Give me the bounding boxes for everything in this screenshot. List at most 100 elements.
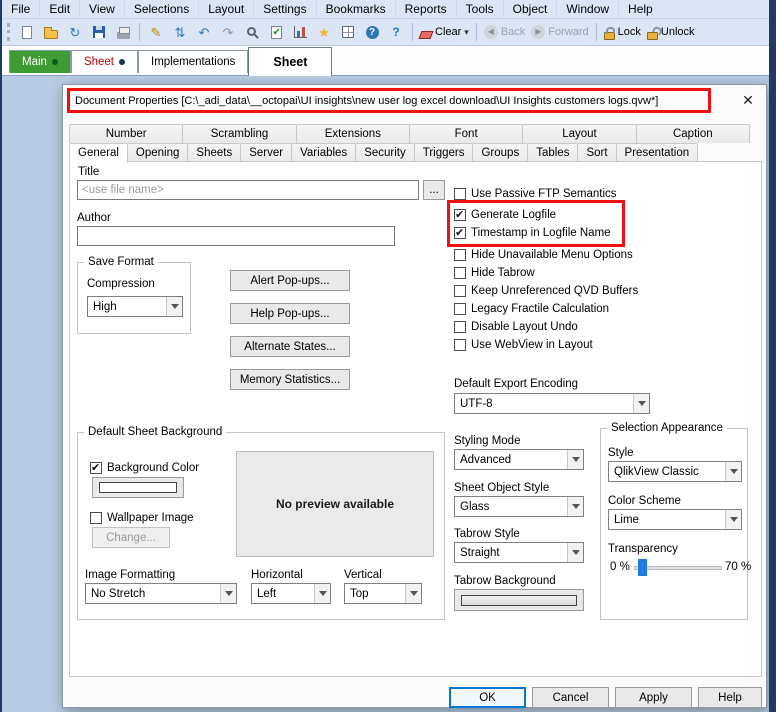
- combo-arrow-icon[interactable]: [166, 297, 182, 316]
- selection-style-select[interactable]: QlikView Classic: [608, 461, 742, 482]
- checkbox-box[interactable]: [454, 321, 466, 333]
- alert-popups-button[interactable]: Alert Pop-ups...: [230, 270, 350, 291]
- tab-scrambling[interactable]: Scrambling: [182, 124, 296, 143]
- tab-layout[interactable]: Layout: [522, 124, 636, 143]
- tab-security[interactable]: Security: [355, 143, 415, 162]
- help-button[interactable]: ?: [361, 22, 383, 43]
- combo-arrow-icon[interactable]: [633, 394, 649, 413]
- menu-reports[interactable]: Reports: [396, 0, 457, 18]
- sheet-tab-implementations[interactable]: Implementations: [138, 50, 248, 73]
- sheet-tab-sheet-active[interactable]: Sheet: [248, 47, 332, 76]
- unlock-button[interactable]: Unlock: [645, 22, 697, 43]
- quick-chart-button[interactable]: [289, 22, 311, 43]
- combo-arrow-icon[interactable]: [725, 510, 741, 529]
- tab-variables[interactable]: Variables: [291, 143, 356, 162]
- vertical-select[interactable]: Top: [344, 583, 422, 604]
- checkbox-box[interactable]: [454, 249, 466, 261]
- checkbox-generate-logfile[interactable]: Generate Logfile: [454, 208, 556, 222]
- add-bookmark-button[interactable]: ★: [313, 22, 335, 43]
- compression-select[interactable]: High: [87, 296, 183, 317]
- reload-data-button[interactable]: ⇅: [169, 22, 191, 43]
- tab-number[interactable]: Number: [69, 124, 183, 143]
- menu-settings[interactable]: Settings: [254, 0, 316, 18]
- combo-arrow-icon[interactable]: [314, 584, 330, 603]
- menu-view[interactable]: View: [80, 0, 125, 18]
- tabrow-style-select[interactable]: Straight: [454, 542, 584, 563]
- checkbox-box[interactable]: [454, 188, 466, 200]
- combo-arrow-icon[interactable]: [405, 584, 421, 603]
- tab-font[interactable]: Font: [409, 124, 523, 143]
- checkbox-box[interactable]: [90, 462, 102, 474]
- open-file-button[interactable]: [40, 22, 62, 43]
- tab-extensions[interactable]: Extensions: [296, 124, 410, 143]
- tab-sheets[interactable]: Sheets: [187, 143, 241, 162]
- tab-groups[interactable]: Groups: [472, 143, 528, 162]
- undo-button[interactable]: ↶: [193, 22, 215, 43]
- combo-arrow-icon[interactable]: [725, 462, 741, 481]
- help-dialog-button[interactable]: Help: [698, 687, 762, 708]
- checkbox-disable-layout-undo[interactable]: Disable Layout Undo: [454, 320, 578, 334]
- color-scheme-select[interactable]: Lime: [608, 509, 742, 530]
- close-icon[interactable]: ✕: [739, 91, 757, 109]
- ok-button[interactable]: OK: [449, 687, 526, 708]
- menu-bookmarks[interactable]: Bookmarks: [317, 0, 396, 18]
- refresh-button[interactable]: ↻: [64, 22, 86, 43]
- tab-tables[interactable]: Tables: [527, 143, 578, 162]
- export-encoding-select[interactable]: UTF-8: [454, 393, 650, 414]
- checkbox-hide-unavailable-menu[interactable]: Hide Unavailable Menu Options: [454, 248, 633, 262]
- tab-triggers[interactable]: Triggers: [414, 143, 474, 162]
- apply-button[interactable]: Apply: [615, 687, 692, 708]
- checkbox-box[interactable]: [454, 209, 466, 221]
- checkbox-box[interactable]: [454, 303, 466, 315]
- checkbox-keep-qvd-buffers[interactable]: Keep Unreferenced QVD Buffers: [454, 284, 638, 298]
- checkbox-hide-tabrow[interactable]: Hide Tabrow: [454, 266, 535, 280]
- checkbox-box[interactable]: [454, 285, 466, 297]
- whats-this-button[interactable]: ?: [385, 22, 407, 43]
- sheet-tab-main[interactable]: Main: [9, 50, 71, 73]
- cancel-button[interactable]: Cancel: [532, 687, 609, 708]
- checkbox-legacy-fractile[interactable]: Legacy Fractile Calculation: [454, 302, 609, 316]
- checkbox-box[interactable]: [454, 267, 466, 279]
- menu-tools[interactable]: Tools: [457, 0, 504, 18]
- alternate-states-button[interactable]: Alternate States...: [230, 336, 350, 357]
- menu-help[interactable]: Help: [619, 0, 662, 18]
- memory-statistics-button[interactable]: Memory Statistics...: [230, 369, 350, 390]
- image-formatting-select[interactable]: No Stretch: [85, 583, 237, 604]
- checkbox-use-passive-ftp[interactable]: Use Passive FTP Semantics: [454, 187, 617, 201]
- combo-arrow-icon[interactable]: [567, 450, 583, 469]
- tab-caption[interactable]: Caption: [636, 124, 750, 143]
- change-wallpaper-button[interactable]: Change...: [92, 527, 170, 548]
- transparency-slider-handle[interactable]: [638, 559, 647, 576]
- transparency-slider[interactable]: [634, 566, 722, 570]
- sheet-object-style-select[interactable]: Glass: [454, 496, 584, 517]
- clear-button[interactable]: Clear ▾: [418, 22, 471, 43]
- styling-mode-select[interactable]: Advanced: [454, 449, 584, 470]
- print-button[interactable]: [112, 22, 134, 43]
- tab-opening[interactable]: Opening: [127, 143, 188, 162]
- checkbox-box[interactable]: [90, 512, 102, 524]
- tab-general[interactable]: General: [69, 143, 128, 163]
- title-input[interactable]: [77, 180, 419, 200]
- checkbox-wallpaper-image[interactable]: Wallpaper Image: [90, 511, 194, 525]
- combo-arrow-icon[interactable]: [567, 543, 583, 562]
- checkbox-timestamp-logfile[interactable]: Timestamp in Logfile Name: [454, 226, 611, 240]
- save-button[interactable]: [88, 22, 110, 43]
- menu-layout[interactable]: Layout: [199, 0, 254, 18]
- forward-button[interactable]: ▶ Forward: [529, 22, 590, 43]
- toolbar-grip[interactable]: [7, 23, 12, 41]
- checkbox-box[interactable]: [454, 227, 466, 239]
- menu-window[interactable]: Window: [557, 0, 619, 18]
- tab-presentation[interactable]: Presentation: [616, 143, 699, 162]
- checkbox-box[interactable]: [454, 339, 466, 351]
- sheet-tab-sheet1[interactable]: Sheet: [71, 50, 138, 73]
- back-button[interactable]: ◀ Back: [482, 22, 527, 43]
- search-button[interactable]: [241, 22, 263, 43]
- menu-edit[interactable]: Edit: [40, 0, 80, 18]
- current-selections-button[interactable]: [265, 22, 287, 43]
- vertical-scrollbar[interactable]: [769, 0, 776, 712]
- browse-button[interactable]: ...: [423, 180, 445, 200]
- new-document-button[interactable]: [16, 22, 38, 43]
- lock-button[interactable]: Lock: [602, 22, 643, 43]
- author-input[interactable]: [77, 226, 395, 246]
- tab-sort[interactable]: Sort: [577, 143, 616, 162]
